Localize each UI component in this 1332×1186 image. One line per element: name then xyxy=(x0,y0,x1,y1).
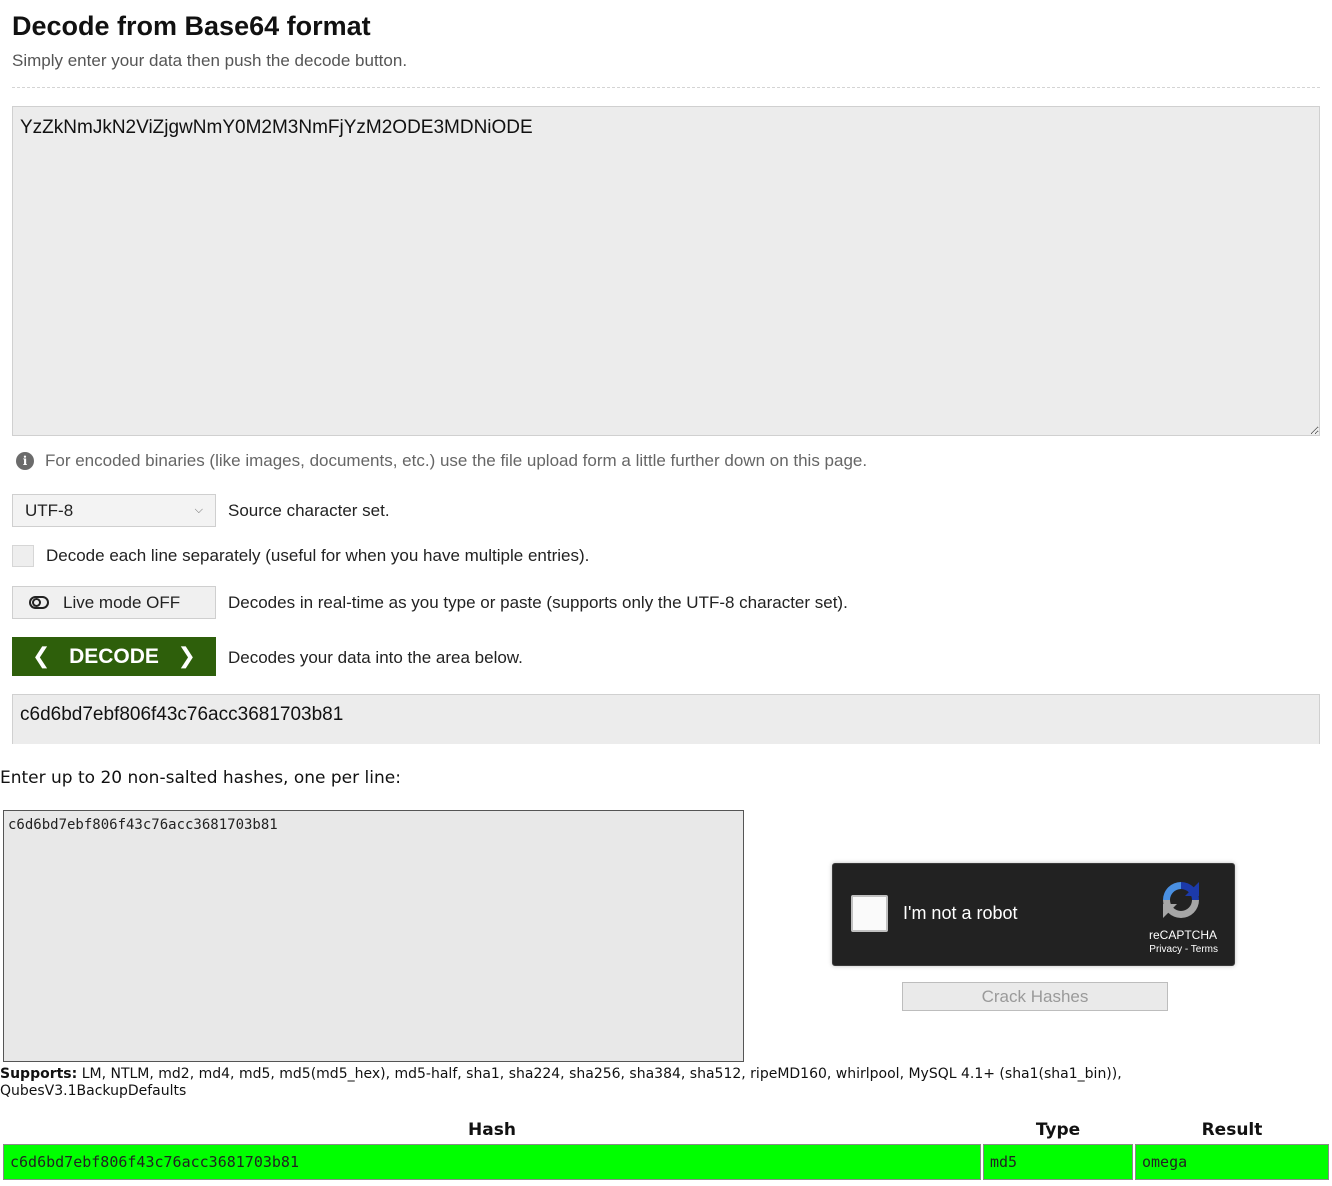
page-subtitle: Simply enter your data then push the dec… xyxy=(12,51,408,70)
charset-select[interactable]: UTF-8 ⌵ xyxy=(12,494,216,527)
crack-hashes-button[interactable]: Crack Hashes xyxy=(902,982,1168,1011)
hash-prompt: Enter up to 20 non-salted hashes, one pe… xyxy=(0,768,401,788)
divider xyxy=(12,87,1320,88)
cell-type: md5 xyxy=(983,1144,1133,1180)
recaptcha-logo-icon xyxy=(1163,882,1199,918)
hash-input[interactable]: c6d6bd7ebf806f43c76acc3681703b81 xyxy=(3,810,744,1062)
table-row: c6d6bd7ebf806f43c76acc3681703b81 md5 ome… xyxy=(3,1144,1329,1180)
recaptcha-label: I'm not a robot xyxy=(903,903,1018,923)
decode-button-label: DECODE xyxy=(69,644,159,668)
col-header-hash: Hash xyxy=(468,1120,516,1140)
live-mode-button[interactable]: Live mode OFF xyxy=(12,586,216,619)
base64-input[interactable]: YzZkNmJkN2ViZjgwNmY0M2M3NmFjYzM2ODE3MDNi… xyxy=(12,106,1320,436)
binary-info: i For encoded binaries (like images, doc… xyxy=(16,450,867,472)
live-mode-label: Decodes in real-time as you type or past… xyxy=(228,593,848,612)
decode-button[interactable]: ❮ DECODE ❯ xyxy=(12,637,216,676)
page-title: Decode from Base64 format xyxy=(12,11,371,41)
cell-hash: c6d6bd7ebf806f43c76acc3681703b81 xyxy=(3,1144,981,1180)
supports-list: LM, NTLM, md2, md4, md5, md5(md5_hex), m… xyxy=(0,1066,1122,1099)
live-mode-button-label: Live mode OFF xyxy=(63,592,181,612)
recaptcha-links[interactable]: Privacy - Terms xyxy=(1149,944,1218,955)
info-icon: i xyxy=(16,452,34,470)
binary-info-text: For encoded binaries (like images, docum… xyxy=(45,451,868,470)
line-separately-label: Decode each line separately (useful for … xyxy=(46,546,590,565)
chevron-down-icon: ⌵ xyxy=(194,504,203,516)
chevron-right-icon: ❯ xyxy=(177,644,196,669)
cell-result: omega xyxy=(1135,1144,1329,1180)
decoded-output[interactable]: c6d6bd7ebf806f43c76acc3681703b81 xyxy=(12,694,1320,744)
supported-algorithms: Supports: LM, NTLM, md2, md4, md5, md5(m… xyxy=(0,1066,1300,1100)
charset-label: Source character set. xyxy=(228,501,390,520)
decode-label: Decodes your data into the area below. xyxy=(228,648,523,667)
col-header-result: Result xyxy=(1201,1120,1263,1140)
chevron-left-icon: ❮ xyxy=(32,644,51,669)
col-header-type: Type xyxy=(1035,1120,1081,1140)
toggle-icon xyxy=(29,596,49,609)
results-table: Hash Type Result c6d6bd7ebf806f43c76acc3… xyxy=(1,1116,1331,1182)
recaptcha-brand: reCAPTCHA xyxy=(1148,928,1217,942)
supports-label: Supports: xyxy=(0,1066,78,1082)
charset-selected: UTF-8 xyxy=(25,500,74,520)
line-separately-checkbox[interactable] xyxy=(12,545,34,567)
recaptcha-checkbox[interactable] xyxy=(851,895,888,932)
recaptcha-widget: I'm not a robot reCAPTCHA Privacy - Term… xyxy=(832,863,1235,966)
